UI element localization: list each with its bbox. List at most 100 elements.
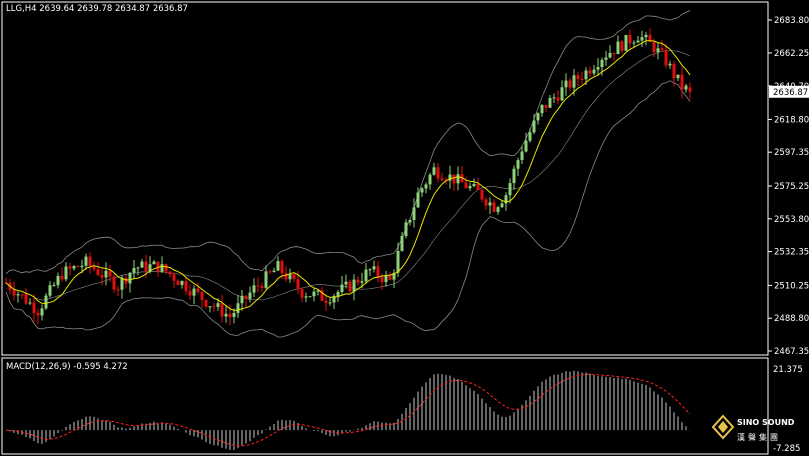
candle-body: [616, 41, 620, 55]
candle-body: [44, 295, 48, 309]
macd-header: MACD(12,26,9) -0.595 4.272: [6, 362, 128, 372]
candle-body: [368, 269, 372, 271]
candle-body: [396, 250, 400, 273]
candle-body: [80, 265, 84, 268]
candle-body: [212, 306, 216, 308]
candle-body: [356, 279, 360, 283]
candle-body: [548, 97, 552, 108]
candle-body: [164, 264, 168, 272]
candle-body: [260, 286, 264, 288]
candle-body: [448, 174, 452, 181]
candle-body: [208, 306, 212, 308]
candle-body: [652, 41, 656, 53]
candle-body: [144, 261, 148, 272]
candle-body: [380, 277, 384, 283]
candle-body: [100, 275, 104, 278]
candle-body: [544, 104, 548, 108]
candle-body: [528, 132, 532, 141]
candle-body: [216, 303, 220, 308]
candle-body: [576, 75, 580, 79]
candle-body: [228, 313, 232, 317]
candle-body: [96, 269, 100, 276]
candle-body: [348, 281, 352, 292]
candle-body: [508, 183, 512, 196]
candle-body: [516, 160, 520, 169]
price-tick-label: 2597.35: [774, 148, 809, 158]
candle-body: [112, 276, 116, 290]
candle-body: [64, 266, 68, 280]
candle-body: [412, 207, 416, 220]
candle-body: [484, 199, 488, 206]
candle-body: [664, 49, 668, 66]
candle-body: [532, 120, 536, 133]
candle-body: [304, 296, 308, 298]
candle-body: [572, 75, 576, 88]
price-tick-label: 2683.80: [774, 16, 809, 26]
candle-body: [224, 313, 228, 317]
candle-body: [116, 289, 120, 291]
candle-body: [556, 97, 560, 101]
candle-body: [88, 256, 92, 266]
price-tick-label: 2467.35: [774, 347, 809, 357]
candle-body: [580, 78, 584, 80]
candle-body: [232, 312, 236, 317]
candle-body: [656, 48, 660, 53]
candle-body: [264, 271, 268, 288]
candle-body: [440, 178, 444, 181]
candle-body: [296, 279, 300, 289]
candle-body: [644, 34, 648, 38]
candle-body: [536, 113, 540, 121]
candle-body: [268, 271, 272, 273]
candle-body: [32, 302, 36, 313]
candle-body: [140, 261, 144, 268]
candle-body: [160, 264, 164, 272]
candle-body: [620, 41, 624, 51]
candle-body: [236, 303, 240, 313]
price-tick-label: 2488.80: [774, 314, 809, 324]
candle-body: [568, 80, 572, 88]
candle-body: [76, 266, 80, 268]
candle-body: [376, 266, 380, 278]
candle-body: [428, 174, 432, 185]
candle-body: [364, 269, 368, 282]
candle-body: [124, 277, 128, 284]
candle-body: [172, 274, 176, 281]
candle-body: [492, 202, 496, 212]
symbol-header: LLG,H4 2639.64 2639.78 2634.87 2636.87: [6, 4, 188, 14]
candle-body: [596, 67, 600, 70]
candle-body: [464, 182, 468, 189]
candle-body: [688, 87, 692, 92]
candle-body: [660, 48, 664, 50]
candle-body: [136, 267, 140, 269]
candle-body: [524, 140, 528, 152]
price-tick-label: 2553.80: [774, 215, 809, 225]
candle-body: [388, 275, 392, 280]
price-tick-label: 2618.80: [774, 115, 809, 125]
candle-body: [488, 202, 492, 206]
candle-body: [564, 80, 568, 88]
candle-body: [404, 222, 408, 237]
candle-body: [48, 285, 52, 296]
candle-body: [60, 275, 64, 280]
candle-body: [340, 284, 344, 293]
candle-body: [20, 294, 24, 296]
candle-body: [180, 281, 184, 285]
price-tick-label: 2662.25: [774, 49, 809, 59]
candle-body: [292, 274, 296, 280]
candle-body: [240, 295, 244, 304]
candle-body: [496, 207, 500, 212]
candle-body: [36, 312, 40, 316]
candle-body: [120, 277, 124, 290]
candle-body: [176, 280, 180, 285]
candle-body: [372, 266, 376, 270]
current-price-label: 2636.87: [773, 88, 808, 98]
candle-body: [540, 104, 544, 114]
candle-body: [196, 288, 200, 292]
candle-body: [384, 275, 388, 283]
candle-body: [592, 69, 596, 74]
candle-body: [24, 294, 28, 304]
candle-body: [360, 281, 364, 283]
candle-body: [324, 300, 328, 304]
candle-body: [552, 97, 556, 99]
candle-body: [280, 261, 284, 274]
